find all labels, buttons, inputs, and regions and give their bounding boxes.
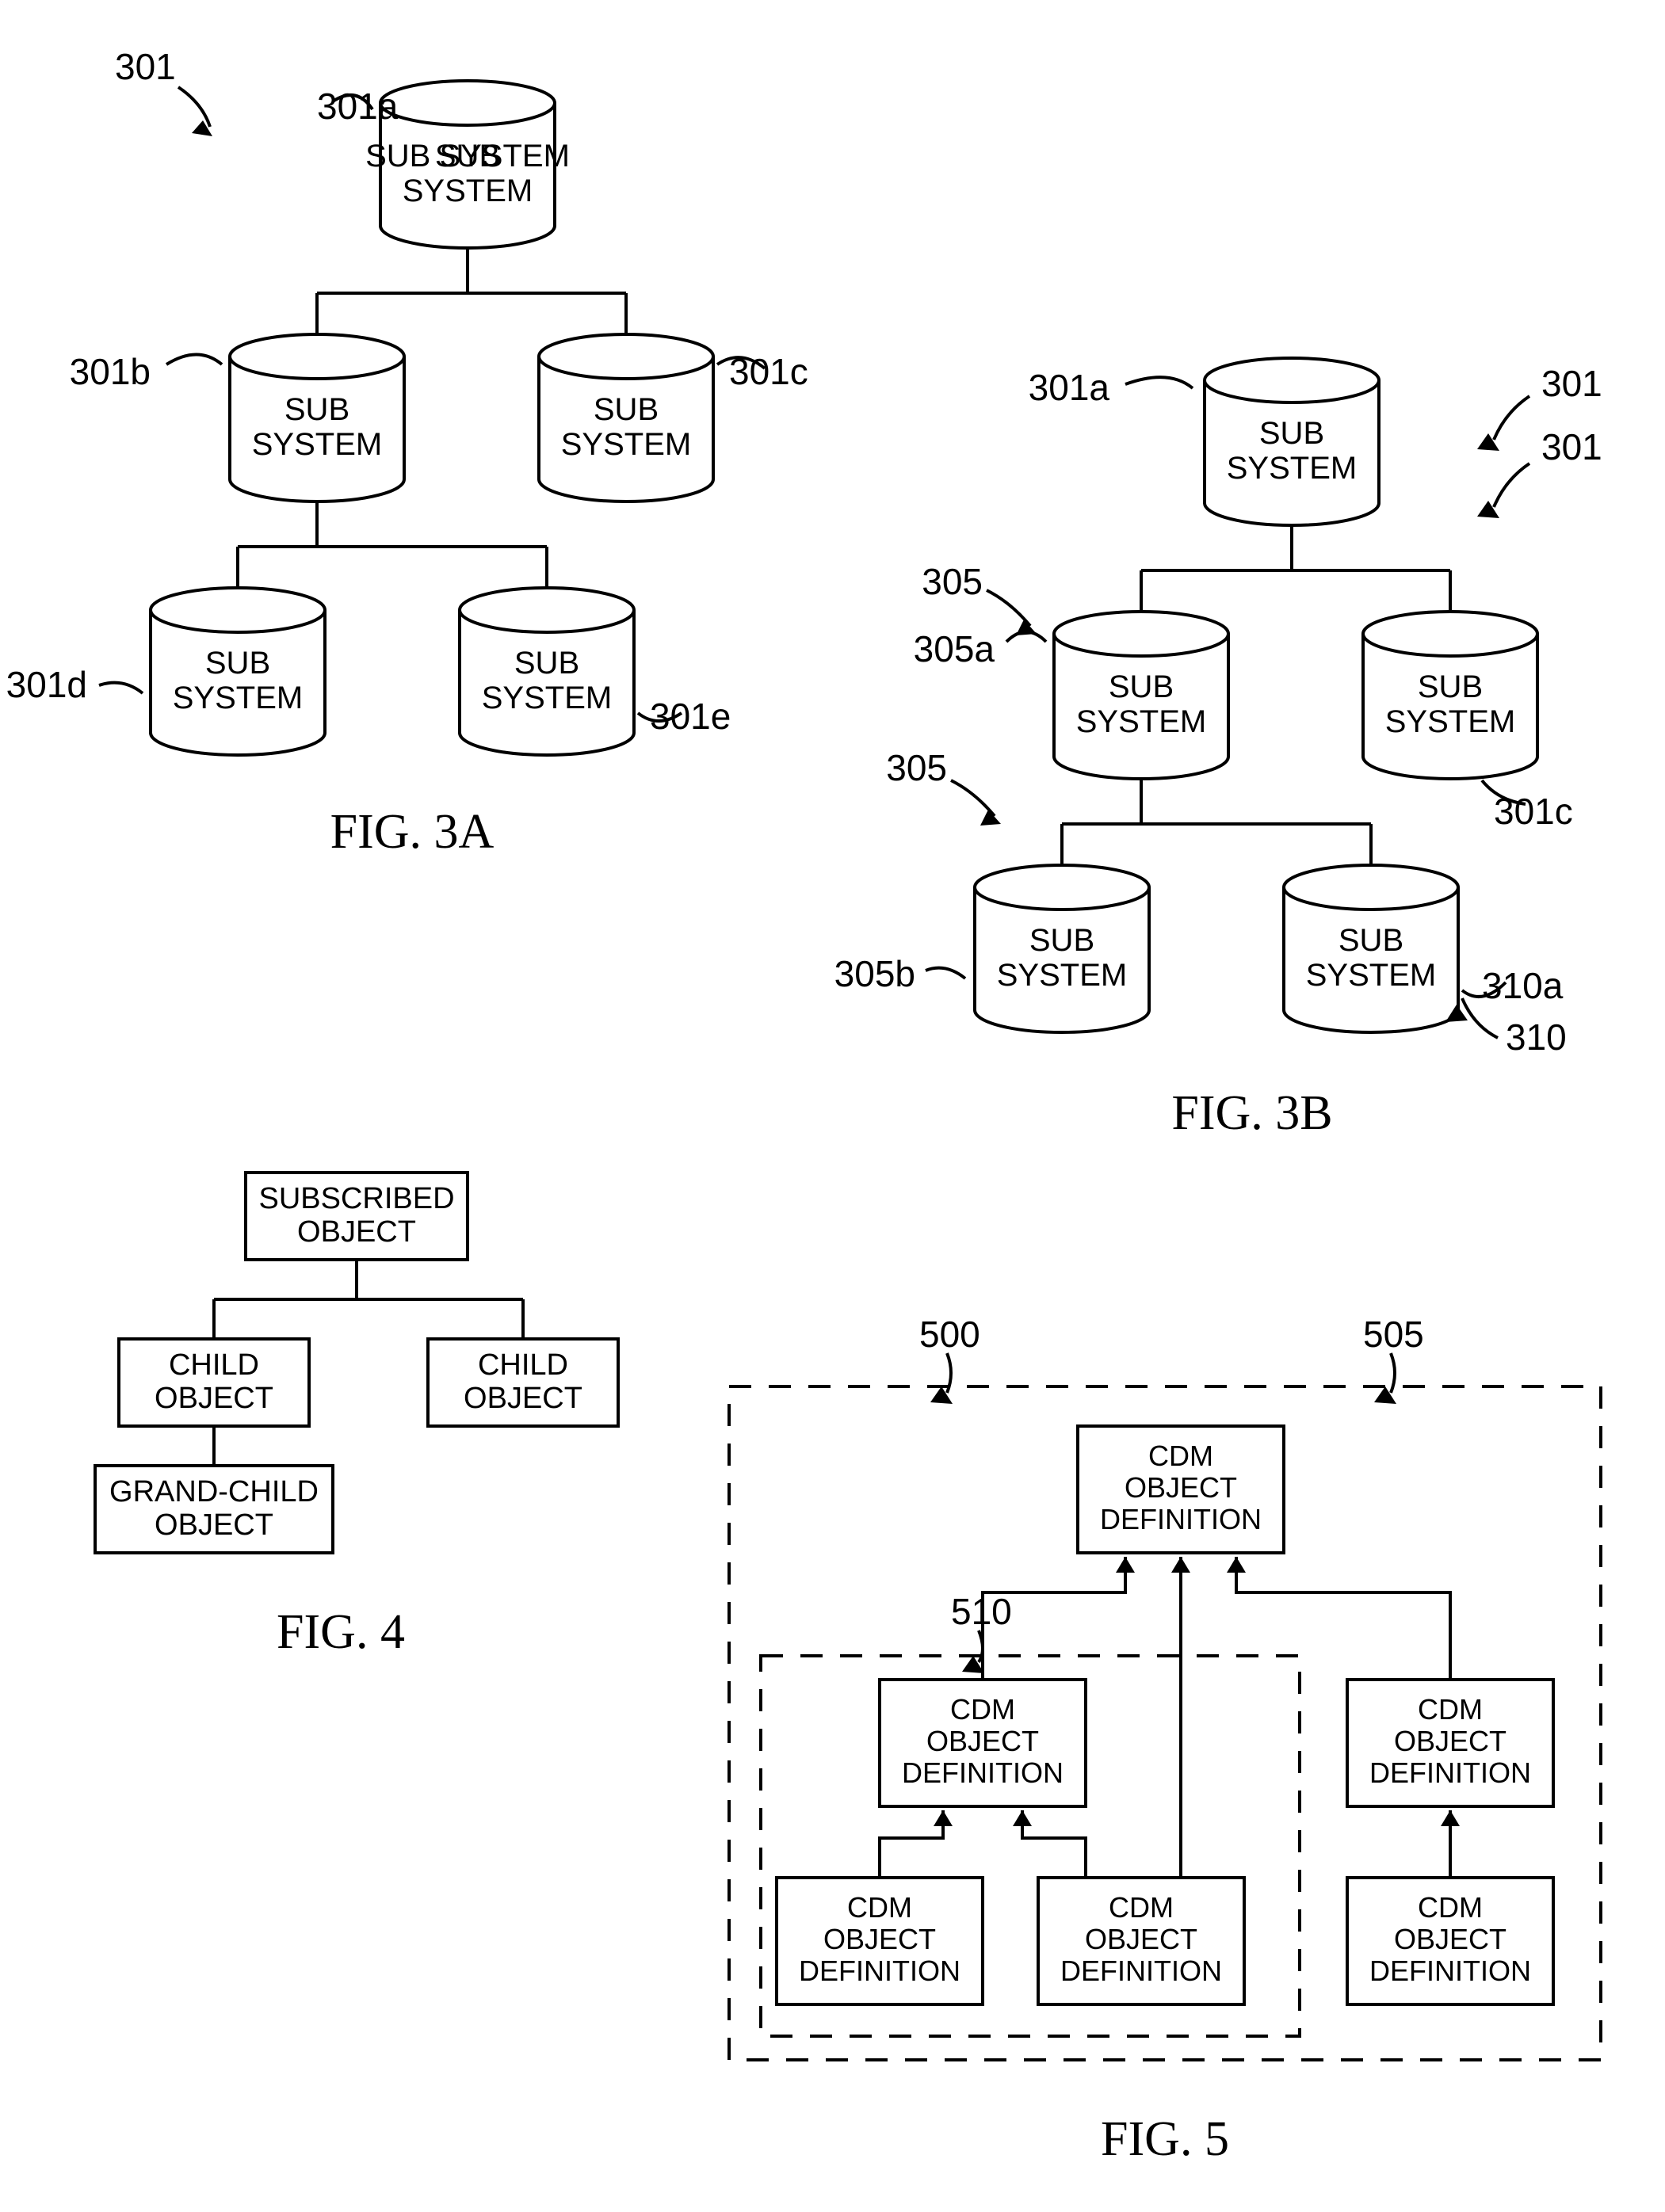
ref-310: 310	[1506, 1016, 1567, 1058]
caption-4: FIG. 4	[277, 1605, 405, 1659]
ref-505: 505	[1363, 1314, 1424, 1355]
fig-3b: SUBSYSTEM 301a 301 301 SUBSYSTEM 305 305…	[834, 358, 1602, 1140]
cylinder-310a: SUBSYSTEM	[1284, 865, 1458, 1032]
svg-text:SUBSYSTEM: SUBSYSTEM	[482, 646, 612, 715]
ref-3b-301a: 301a	[1029, 367, 1110, 408]
svg-text:SUBSYSTEM: SUBSYSTEM	[1385, 669, 1515, 739]
cylinder-301d: SUBSYSTEM	[151, 588, 325, 755]
svg-text:SUBSYSTEM: SUBSYSTEM	[561, 392, 691, 462]
svg-text:SUBSYSTEM: SUBSYSTEM	[1076, 669, 1206, 739]
cylinder-301c: SUBSYSTEM	[539, 334, 713, 502]
leader-301	[178, 87, 210, 127]
arrow-midR-top	[1236, 1557, 1450, 1680]
svg-text:CDMOBJECTDEFINITION: CDMOBJECTDEFINITION	[1100, 1440, 1262, 1535]
ref-500: 500	[919, 1314, 980, 1355]
caption-5: FIG. 5	[1101, 2112, 1229, 2166]
fig-5: 505 500 510 CDMOBJECTDEFINITION CDMOBJEC…	[729, 1314, 1601, 2166]
svg-text:SUBSYSTEM: SUBSYSTEM	[1306, 923, 1436, 993]
ref-301: 301	[115, 46, 176, 87]
cylinder-301b: SUBSYSTEM	[230, 334, 404, 502]
cylinder-305a: SUBSYSTEM	[1054, 612, 1228, 779]
svg-text:SUBSCRIBEDOBJECT: SUBSCRIBEDOBJECT	[258, 1182, 454, 1249]
caption-3b: FIG. 3B	[1171, 1086, 1332, 1140]
fig-3a: SUB SYSTEM SUBSYSTEM 301a 301 SUBSYSTEM …	[6, 46, 808, 859]
svg-text:SUBSYSTEM: SUBSYSTEM	[997, 923, 1127, 993]
svg-text:CHILDOBJECT: CHILDOBJECT	[464, 1348, 582, 1415]
svg-text:CDMOBJECTDEFINITION: CDMOBJECTDEFINITION	[902, 1693, 1064, 1789]
caption-3a: FIG. 3A	[330, 805, 495, 859]
ref-305b: 305b	[834, 953, 915, 994]
svg-text:SUBSYSTEM: SUBSYSTEM	[1227, 416, 1357, 486]
ref-3b-301-2: 301	[1541, 426, 1602, 467]
fig-4: SUBSCRIBEDOBJECT CHILDOBJECT CHILDOBJECT…	[95, 1173, 618, 1659]
ref-305-top: 305	[922, 561, 983, 602]
svg-text:CDMOBJECTDEFINITION: CDMOBJECTDEFINITION	[1369, 1891, 1531, 1987]
ref-305-bot: 305	[886, 747, 947, 788]
cylinder-305b: SUBSYSTEM	[975, 865, 1149, 1032]
svg-text:CHILDOBJECT: CHILDOBJECT	[155, 1348, 273, 1415]
cylinder-301e: SUBSYSTEM	[460, 588, 634, 755]
svg-text:CDMOBJECTDEFINITION: CDMOBJECTDEFINITION	[1060, 1891, 1222, 1987]
svg-text:GRAND-CHILDOBJECT: GRAND-CHILDOBJECT	[109, 1475, 319, 1542]
ref-301d: 301d	[6, 664, 87, 705]
ref-310a: 310a	[1482, 965, 1564, 1006]
ref-305a: 305a	[914, 628, 995, 669]
svg-text:CDMOBJECTDEFINITION: CDMOBJECTDEFINITION	[799, 1891, 960, 1987]
svg-text:SUBSYSTEM: SUBSYSTEM	[173, 646, 303, 715]
patent-figures: SUB SYSTEM SUBSYSTEM 301a 301 SUBSYSTEM …	[0, 0, 1665, 2212]
cylinder-3b-301c: SUBSYSTEM	[1363, 612, 1537, 779]
ref-301e: 301e	[650, 696, 731, 737]
ref-301b: 301b	[70, 351, 151, 392]
svg-text:SUBSYSTEM: SUBSYSTEM	[252, 392, 382, 462]
ref-3b-301c: 301c	[1494, 791, 1573, 832]
svg-text:CDMOBJECTDEFINITION: CDMOBJECTDEFINITION	[1369, 1693, 1531, 1789]
cylinder-3b-top: SUBSYSTEM	[1205, 358, 1379, 525]
ref-301a: 301a	[317, 86, 399, 127]
ref-3b-301-1: 301	[1541, 363, 1602, 404]
